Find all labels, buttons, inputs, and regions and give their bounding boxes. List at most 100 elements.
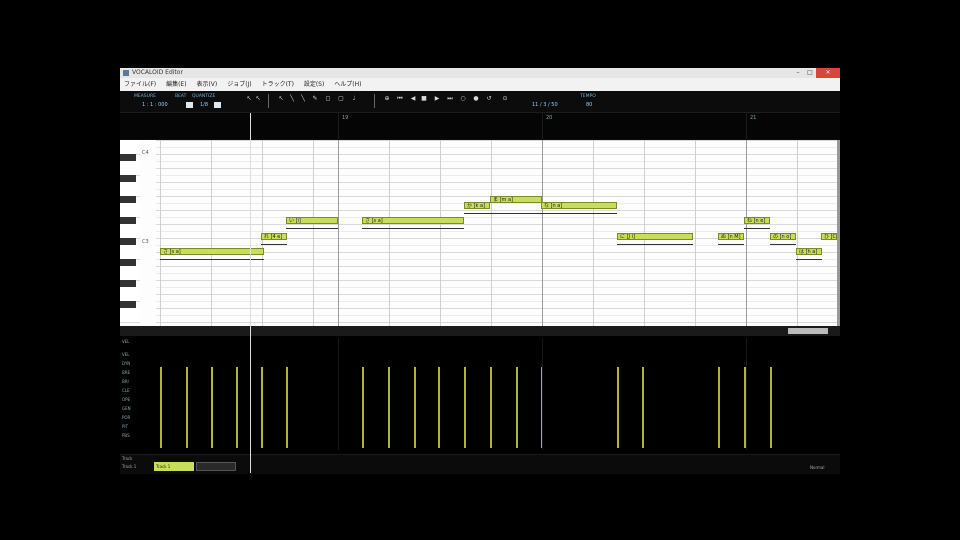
note[interactable]: ぬ [n M]	[718, 233, 744, 240]
piano-key[interactable]	[120, 175, 136, 182]
control-track-panel[interactable]: VEL VEL DYN BRE BRI CLE OPE GEN POR PIT …	[120, 336, 840, 454]
velocity-bar[interactable]	[211, 367, 213, 448]
close-button[interactable]: ✕	[816, 68, 840, 78]
piano-key[interactable]	[120, 154, 136, 161]
play-icon[interactable]: ▶	[434, 96, 440, 102]
piano-key[interactable]	[120, 266, 140, 281]
note[interactable]: ひ [C i]	[821, 233, 837, 240]
velocity-bar[interactable]	[516, 367, 518, 448]
track-tab[interactable]	[196, 462, 236, 471]
arrow-tool-icon[interactable]: ↖	[246, 96, 252, 102]
velocity-bar[interactable]	[186, 367, 188, 448]
note[interactable]: か [k a]	[464, 202, 490, 209]
note[interactable]: な [n a]	[541, 202, 617, 209]
note[interactable]: さ [s a]	[362, 217, 464, 224]
grid-tool-icon[interactable]: ▢	[338, 96, 344, 102]
maximize-button[interactable]: □	[804, 68, 816, 78]
control-param-ope[interactable]: OPE	[120, 397, 154, 402]
control-param-cle[interactable]: CLE	[120, 388, 154, 393]
velocity-bar[interactable]	[261, 367, 263, 448]
quantize-select[interactable]	[214, 102, 221, 108]
select-tool-icon[interactable]: ↖	[278, 96, 284, 102]
control-param-dyn[interactable]: DYN	[120, 361, 154, 366]
vertical-scrollbar[interactable]	[837, 140, 840, 326]
note-tool-icon[interactable]: ♩	[351, 96, 357, 102]
stop-icon[interactable]: ■	[421, 96, 427, 102]
velocity-bar[interactable]	[464, 367, 466, 448]
piano-key[interactable]	[120, 301, 136, 308]
line-tool-icon[interactable]: ╲	[300, 96, 306, 102]
note[interactable]: ま [m a]	[490, 196, 542, 203]
zoom-in-icon[interactable]: ⊕	[384, 96, 390, 102]
velocity-bar[interactable]	[642, 367, 644, 448]
menu-track[interactable]: トラック(T)	[262, 81, 294, 88]
menu-help[interactable]: ヘルプ(H)	[334, 81, 361, 88]
grid-row-line	[156, 189, 837, 190]
measure-ruler[interactable]: 19 20 21	[120, 113, 840, 139]
beat-field[interactable]	[186, 102, 193, 108]
menu-settings[interactable]: 設定(S)	[304, 81, 325, 88]
vibrato-tool-icon[interactable]: ◻	[325, 96, 331, 102]
piano-key[interactable]	[120, 287, 140, 302]
piano-key[interactable]	[120, 196, 136, 203]
menu-view[interactable]: 表示(V)	[196, 81, 217, 88]
metronome-icon[interactable]: ⊙	[502, 96, 508, 102]
grid-row-line	[156, 182, 837, 183]
note[interactable]: の [n o]	[770, 233, 796, 240]
control-param-gen[interactable]: GEN	[120, 406, 154, 411]
undo-icon[interactable]: ↺	[486, 96, 492, 102]
playback-cursor[interactable]	[250, 113, 251, 473]
velocity-bar[interactable]	[286, 367, 288, 448]
track-tab-active[interactable]: Track 1	[154, 462, 194, 471]
note[interactable]: ね [n e]	[744, 217, 770, 224]
velocity-bar[interactable]	[388, 367, 390, 448]
piano-key[interactable]	[120, 238, 136, 245]
note[interactable]: は [h a]	[796, 248, 822, 255]
note[interactable]: れ [4 e]	[261, 233, 287, 240]
control-param-por[interactable]: POR	[120, 415, 154, 420]
pencil-tool-icon[interactable]: ╲	[289, 96, 295, 102]
eraser-tool-icon[interactable]: ✎	[312, 96, 318, 102]
piano-key[interactable]	[120, 217, 136, 224]
control-param-bre[interactable]: BRE	[120, 370, 154, 375]
velocity-bar[interactable]	[160, 367, 162, 448]
velocity-bar[interactable]	[617, 367, 619, 448]
control-param-pit[interactable]: PIT	[120, 424, 154, 429]
piano-key[interactable]	[120, 224, 140, 239]
velocity-bar[interactable]	[414, 367, 416, 448]
piano-key[interactable]	[120, 140, 140, 155]
rewind-icon[interactable]: ⏮	[397, 96, 403, 102]
piano-roll[interactable]: C4 C3 さ [s a] れ [4 e] い [i] さ [s a] か [k…	[120, 140, 837, 326]
control-param-bri[interactable]: BRI	[120, 379, 154, 384]
record-icon[interactable]: ●	[473, 96, 479, 102]
scrollbar-thumb[interactable]	[788, 328, 828, 334]
velocity-bar[interactable]	[362, 367, 364, 448]
horizontal-scrollbar[interactable]	[120, 326, 840, 336]
control-param-pbs[interactable]: PBS	[120, 433, 154, 438]
control-param-vel[interactable]: VEL	[120, 352, 154, 357]
velocity-bar[interactable]	[490, 367, 492, 448]
menu-file[interactable]: ファイル(F)	[124, 81, 156, 88]
forward-icon[interactable]: ⏭	[447, 96, 453, 102]
note[interactable]: い [i]	[286, 217, 338, 224]
pitch-curve	[362, 228, 464, 231]
play-back-icon[interactable]: ◀	[410, 96, 416, 102]
note[interactable]: さ [s a]	[160, 248, 264, 255]
velocity-bar[interactable]	[718, 367, 720, 448]
piano-key[interactable]	[120, 308, 140, 323]
piano-key[interactable]	[120, 245, 140, 260]
menu-edit[interactable]: 編集(E)	[166, 81, 186, 88]
velocity-bar[interactable]	[236, 367, 238, 448]
arrow-tool-2-icon[interactable]: ↖	[255, 96, 261, 102]
piano-key[interactable]	[120, 182, 140, 197]
piano-key[interactable]	[120, 259, 136, 266]
note[interactable]: に [J i]	[617, 233, 693, 240]
piano-key[interactable]	[120, 203, 140, 218]
loop-icon[interactable]: ○	[460, 96, 466, 102]
minimize-button[interactable]: –	[792, 68, 804, 78]
menu-job[interactable]: ジョブ(J)	[227, 81, 251, 88]
piano-key[interactable]	[120, 280, 136, 287]
velocity-bar[interactable]	[770, 367, 772, 448]
piano-key[interactable]	[120, 161, 140, 176]
velocity-bar[interactable]	[438, 367, 440, 448]
